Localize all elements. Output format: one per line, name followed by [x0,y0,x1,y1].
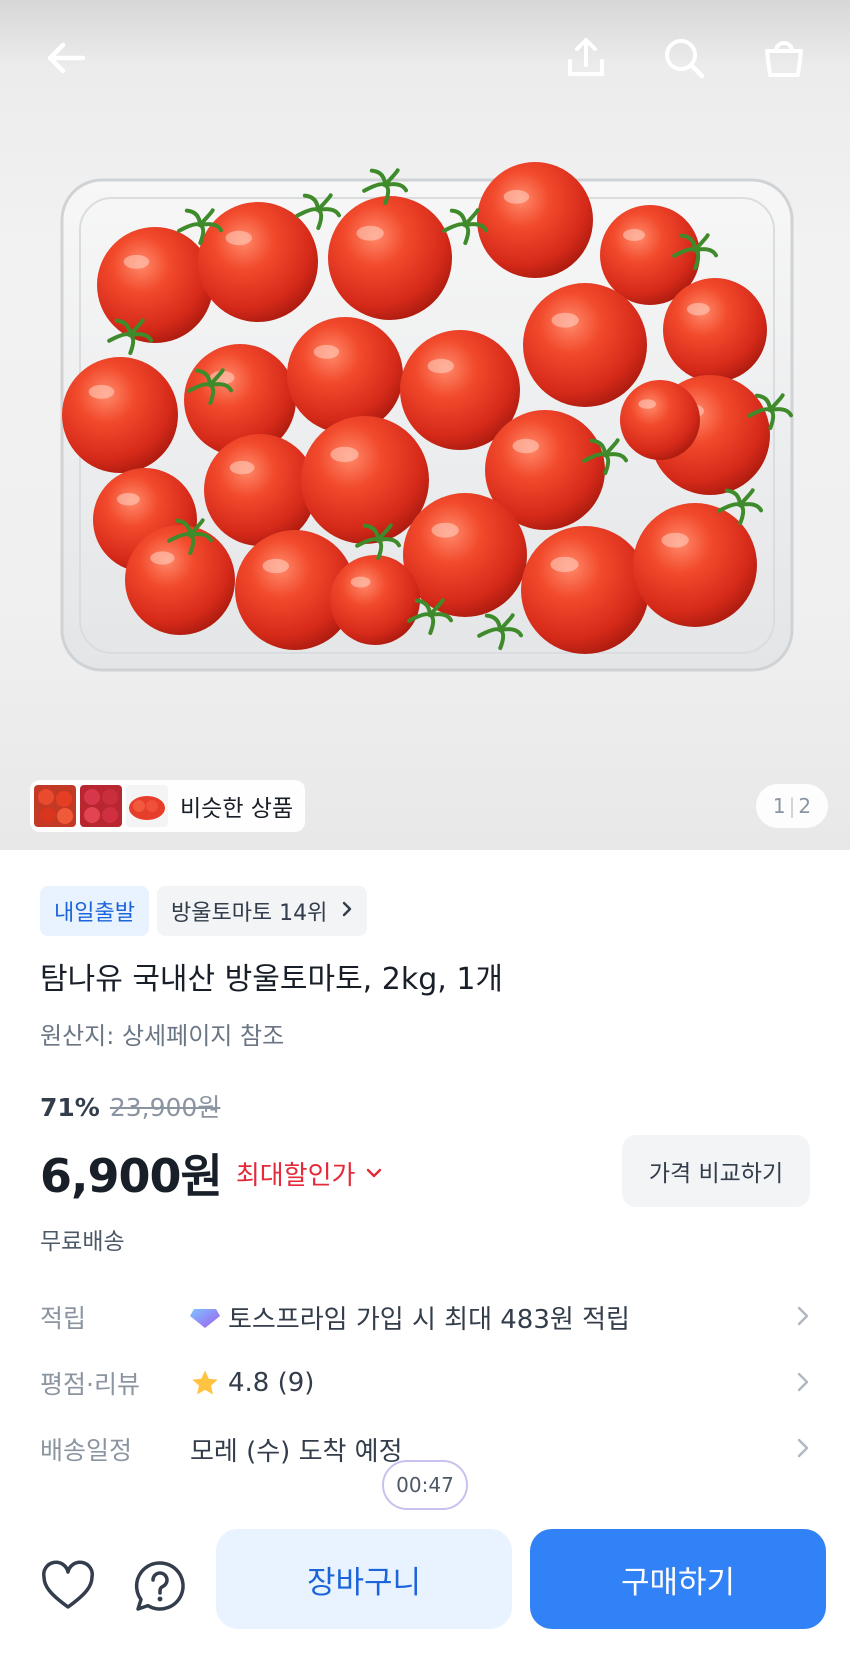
product-origin: 원산지: 상세페이지 참조 [40,1022,285,1050]
info-key: 평점·리뷰 [40,1370,140,1399]
info-row-reward[interactable]: 적립 토스프라임 가입 시 최대 483원 적립 [40,1292,810,1342]
pager-total: 2 [798,794,812,818]
search-icon[interactable] [654,28,714,88]
price-compare-button[interactable]: 가격 비교하기 [622,1135,810,1207]
max-discount-toggle[interactable]: 최대할인가 [236,1155,384,1192]
discount-row: 71% 23,900원 [40,1088,220,1124]
info-value: 4.8 (9) [228,1368,315,1398]
info-key: 배송일정 [40,1436,133,1465]
chevron-right-icon [797,1438,809,1458]
image-pager: 1 | 2 [756,784,828,828]
add-to-cart-button[interactable]: 장바구니 [216,1529,512,1629]
info-value: 모레 (수) 도착 예정 [190,1436,403,1467]
prime-gem-icon [190,1309,220,1328]
sale-price: 6,900원 [40,1149,223,1203]
help-icon[interactable] [130,1557,190,1617]
product-image-carousel[interactable]: 비슷한 상품 1 | 2 [0,0,850,850]
shipping-info: 무료배송 [40,1229,125,1255]
info-row-rating[interactable]: 평점·리뷰 4.8 (9) [40,1358,810,1408]
discount-percent: 71% [40,1093,100,1122]
tomato-product-photo [60,162,794,672]
product-title: 탐나유 국내산 방울토마토, 2kg, 1개 [40,962,504,997]
heart-icon[interactable] [38,1557,98,1617]
ranking-badge[interactable]: 방울토마토 14위 [156,886,368,936]
info-value: 토스프라임 가입 시 최대 483원 적립 [228,1304,630,1335]
ranking-badge-label: 방울토마토 14위 [170,901,328,926]
chevron-right-icon [797,1306,809,1326]
pager-current: 1 [772,794,786,818]
similar-products-label: 비슷한 상품 [180,796,294,822]
bottom-action-bar: 장바구니 구매하기 [0,1525,850,1667]
chevron-down-icon [367,1168,382,1178]
top-navigation [0,0,850,120]
original-price: 23,900원 [109,1093,221,1122]
similar-product-thumbnail [34,785,76,827]
star-icon [192,1370,218,1395]
similar-product-thumbnail [80,785,122,827]
departure-badge: 내일출발 [40,886,149,936]
similar-product-thumbnail [126,785,168,827]
chevron-right-icon [797,1372,809,1392]
buy-now-button[interactable]: 구매하기 [530,1529,826,1629]
back-arrow-icon[interactable] [36,28,96,88]
similar-products-chip[interactable]: 비슷한 상품 [30,780,306,832]
chevron-right-icon [341,899,353,924]
share-icon[interactable] [556,28,616,88]
price-row: 6,900원 최대할인가 [40,1140,383,1206]
timer-badge: 00:47 [382,1460,468,1510]
badge-row: 내일출발 방울토마토 14위 [40,886,368,936]
info-key: 적립 [40,1304,87,1333]
max-discount-label: 최대할인가 [235,1160,356,1191]
shopping-bag-icon[interactable] [754,28,814,88]
